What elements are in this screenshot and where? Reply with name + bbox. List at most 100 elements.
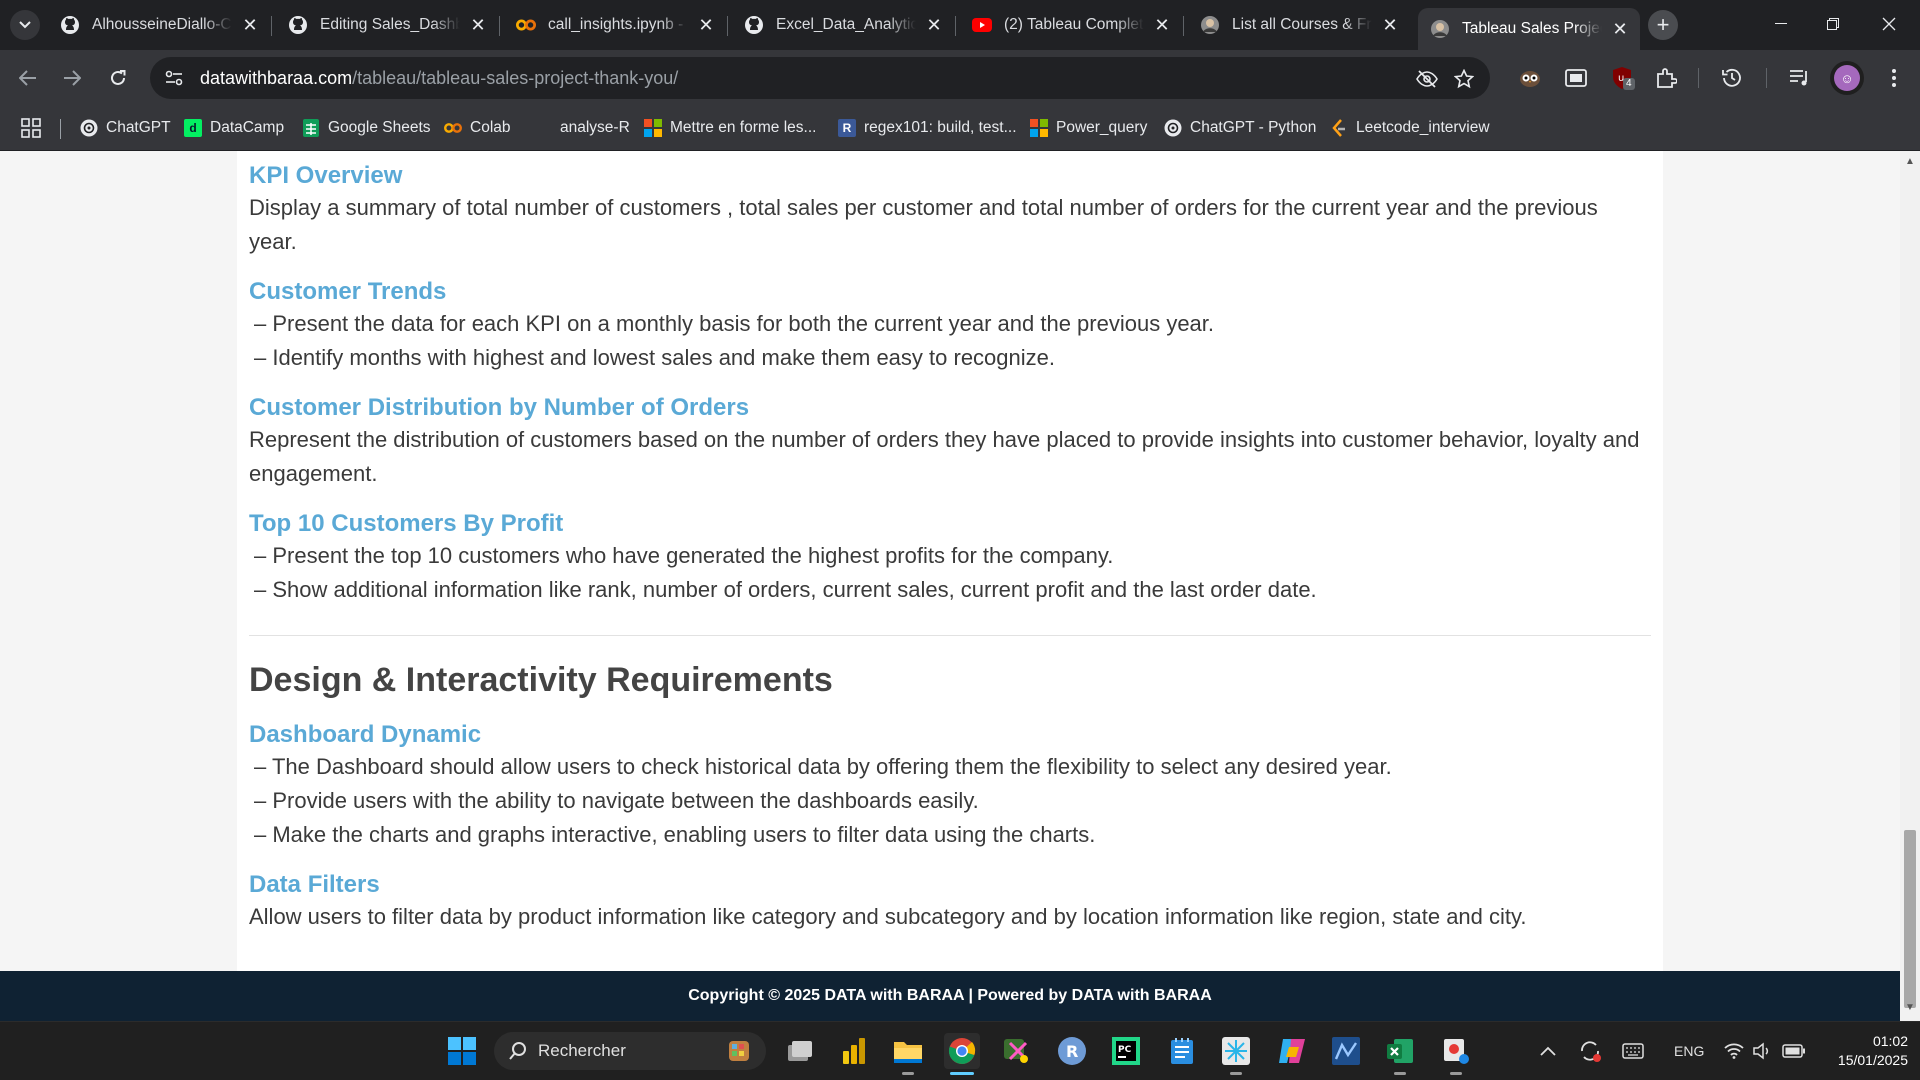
url-path: /tableau/tableau-sales-project-thank-you… (352, 67, 679, 88)
close-icon[interactable]: ✕ (1152, 15, 1172, 35)
list-item: – The Dashboard should allow users to ch… (254, 754, 1392, 779)
article-body: KPI Overview Display a summary of total … (237, 151, 1663, 971)
youtube-icon (972, 15, 992, 35)
scroll-down-arrow-icon[interactable]: ▼ (1905, 1003, 1915, 1013)
minimize-button[interactable] (1758, 0, 1804, 48)
extensions-puzzle-icon[interactable] (1650, 62, 1682, 94)
system-clock[interactable]: 01:02 15/01/2025 (1818, 1032, 1908, 1070)
tab-6[interactable]: List all Courses & Fre ✕ (1188, 8, 1410, 42)
bookmark-label: DataCamp (210, 119, 285, 136)
tab-separator (1183, 16, 1184, 36)
close-icon[interactable]: ✕ (240, 15, 260, 35)
ublock-icon[interactable]: u 4 (1606, 62, 1638, 94)
github-icon (288, 15, 308, 35)
tab-search-icon[interactable] (10, 10, 40, 40)
bookmark-label: regex101: build, test... (864, 119, 1017, 136)
svg-text:PC: PC (1118, 1045, 1132, 1055)
clock-date: 15/01/2025 (1837, 1052, 1908, 1068)
chrome-icon[interactable] (944, 1033, 980, 1075)
scroll-up-arrow-icon[interactable]: ▲ (1905, 157, 1915, 167)
tab-separator (727, 16, 728, 36)
page-scrollbar[interactable]: ▲ ▼ (1900, 151, 1920, 1021)
tab-4[interactable]: Excel_Data_Analytics ✕ (732, 8, 954, 42)
close-icon[interactable]: ✕ (696, 15, 716, 35)
eye-slash-icon[interactable] (1413, 65, 1441, 93)
site-info-icon[interactable] (160, 64, 188, 92)
back-button[interactable] (10, 60, 46, 96)
history-icon[interactable] (1716, 62, 1748, 94)
screen-recorder-icon[interactable] (1438, 1033, 1474, 1075)
tab-2[interactable]: Editing Sales_Dashbo ✕ (276, 8, 498, 42)
forward-button[interactable] (54, 60, 90, 96)
close-icon[interactable]: ✕ (1610, 19, 1630, 39)
close-icon[interactable]: ✕ (924, 15, 944, 35)
bookmark-leetcode[interactable]: Leetcode_interview (1330, 114, 1490, 142)
wifi-icon[interactable] (1724, 1039, 1744, 1063)
close-icon[interactable]: ✕ (1380, 15, 1400, 35)
svg-text:R: R (1066, 1042, 1078, 1061)
scrollbar-thumb[interactable] (1904, 830, 1916, 1008)
bookmark-label: ChatGPT - Python (1190, 119, 1317, 136)
bookmark-chatgpt[interactable]: ChatGPT (80, 114, 171, 142)
microsoft-icon (644, 119, 662, 137)
bookmark-star-icon[interactable] (1450, 65, 1478, 93)
bookmark-colab[interactable]: Colab (444, 114, 511, 142)
taskbar-search[interactable]: Rechercher (494, 1032, 766, 1070)
pycharm-icon[interactable]: PC (1108, 1033, 1144, 1069)
excel-icon[interactable] (1382, 1033, 1418, 1075)
r-language-icon[interactable]: R (1054, 1033, 1090, 1069)
colab-icon (516, 15, 536, 35)
sheets-icon (302, 119, 320, 137)
volume-icon[interactable] (1752, 1039, 1772, 1063)
battery-icon[interactable] (1782, 1039, 1806, 1063)
tray-overflow-chevron-icon[interactable] (1540, 1039, 1556, 1063)
language-indicator[interactable]: ENG (1674, 1039, 1704, 1063)
bookmark-datacamp[interactable]: d DataCamp (184, 114, 284, 142)
tab-separator (271, 16, 272, 36)
chatgpt-icon (80, 119, 98, 137)
tab-title: Editing Sales_Dashbo (320, 16, 460, 33)
bookmark-regex101[interactable]: R regex101: build, test... (838, 114, 1017, 142)
tab-5[interactable]: (2) Tableau Complete ✕ (960, 8, 1182, 42)
power-bi-icon[interactable] (836, 1033, 872, 1069)
top-10-customers-heading: Top 10 Customers By Profit (249, 510, 564, 537)
windows-taskbar: Rechercher R PC ENG 01:02 15/01/2025 (0, 1021, 1920, 1080)
tab-title: AlhousseineDiallo-Ca (92, 16, 232, 33)
new-tab-button[interactable]: + (1648, 10, 1678, 40)
tab-title: List all Courses & Fre (1232, 16, 1372, 33)
bookmarks-bar: ChatGPT d DataCamp Google Sheets Colab a… (0, 106, 1920, 151)
toolbar-divider (1698, 68, 1699, 88)
copilot-icon[interactable] (1274, 1033, 1310, 1069)
tab-title: Excel_Data_Analytics (776, 16, 916, 33)
apps-grid-icon[interactable] (20, 117, 42, 139)
snipping-tool-icon[interactable] (998, 1033, 1034, 1069)
windows-start-icon[interactable] (444, 1033, 480, 1069)
tab-title: (2) Tableau Complete (1004, 16, 1144, 33)
snowflake-app-icon[interactable] (1218, 1033, 1254, 1075)
task-view-icon[interactable] (782, 1033, 818, 1069)
tab-1[interactable]: AlhousseineDiallo-Ca ✕ (48, 8, 270, 42)
notepad-icon[interactable] (1164, 1033, 1200, 1069)
close-window-button[interactable] (1866, 0, 1912, 48)
close-icon[interactable]: ✕ (468, 15, 488, 35)
profile-avatar[interactable]: ☺ (1830, 61, 1864, 95)
media-control-icon[interactable] (1784, 62, 1816, 94)
restore-button[interactable] (1810, 0, 1856, 48)
bookmark-analyse-r[interactable]: analyse-R (534, 114, 630, 142)
bookmark-google-sheets[interactable]: Google Sheets (302, 114, 431, 142)
reload-button[interactable] (100, 60, 136, 96)
sync-status-icon[interactable] (1578, 1039, 1602, 1063)
picture-in-picture-icon[interactable] (1560, 62, 1592, 94)
tab-3[interactable]: call_insights.ipynb - C ✕ (504, 8, 726, 42)
address-bar[interactable]: datawithbaraa.com/tableau/tableau-sales-… (150, 57, 1490, 99)
file-explorer-icon[interactable] (890, 1033, 926, 1075)
keyboard-icon[interactable] (1622, 1039, 1644, 1063)
ssms-icon[interactable] (1328, 1033, 1364, 1069)
bookmark-power-query[interactable]: Power_query (1030, 114, 1147, 142)
bookmark-mettre-en-forme[interactable]: Mettre en forme les... (644, 114, 816, 142)
menu-kebab-icon[interactable] (1878, 62, 1910, 94)
tab-strip: AlhousseineDiallo-Ca ✕ Editing Sales_Das… (0, 0, 1920, 50)
tab-7-active[interactable]: Tableau Sales Project ✕ (1418, 8, 1640, 50)
bookmark-chatgpt-python[interactable]: ChatGPT - Python (1164, 114, 1316, 142)
extension-owl-icon[interactable] (1514, 62, 1546, 94)
